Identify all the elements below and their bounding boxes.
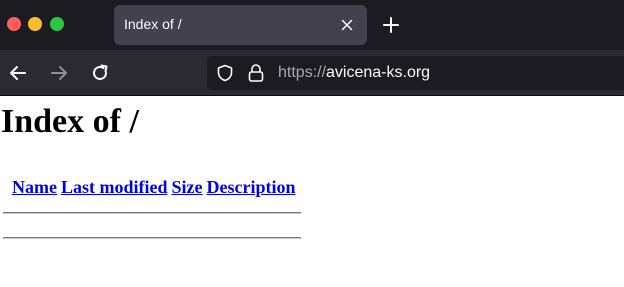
url-text: https://avicena-ks.org (278, 64, 430, 82)
page-content: Index of / Name Last modified Size Descr… (0, 97, 624, 287)
sort-by-description-link[interactable]: Description (207, 176, 296, 198)
arrow-left-icon[interactable] (7, 62, 29, 84)
directory-listing: Name Last modified Size Description (3, 176, 301, 239)
plus-icon[interactable] (381, 15, 401, 35)
url-host: avicena-ks.org (326, 64, 431, 81)
zoom-window-button[interactable] (50, 17, 64, 31)
reload-icon[interactable] (89, 62, 111, 84)
active-tab[interactable]: Index of / (114, 5, 367, 45)
lock-icon[interactable] (247, 63, 265, 83)
header-divider (3, 212, 301, 214)
close-icon[interactable] (340, 18, 354, 32)
sort-by-last-modified-link[interactable]: Last modified (61, 176, 168, 198)
url-scheme: https:// (278, 64, 327, 81)
close-window-button[interactable] (7, 17, 21, 31)
arrow-right-icon[interactable] (48, 62, 70, 84)
page-title: Index of / (1, 103, 139, 140)
tab-title: Index of / (124, 16, 182, 32)
sort-by-size-link[interactable]: Size (172, 176, 203, 198)
tab-strip: Index of / (0, 0, 624, 50)
listing-header: Name Last modified Size Description (3, 176, 301, 198)
navigation-toolbar: https://avicena-ks.org (0, 50, 624, 96)
address-bar[interactable]: https://avicena-ks.org (207, 56, 624, 90)
shield-icon[interactable] (216, 64, 234, 82)
sort-by-name-link[interactable]: Name (12, 176, 57, 198)
footer-divider (3, 237, 301, 239)
minimize-window-button[interactable] (28, 17, 42, 31)
